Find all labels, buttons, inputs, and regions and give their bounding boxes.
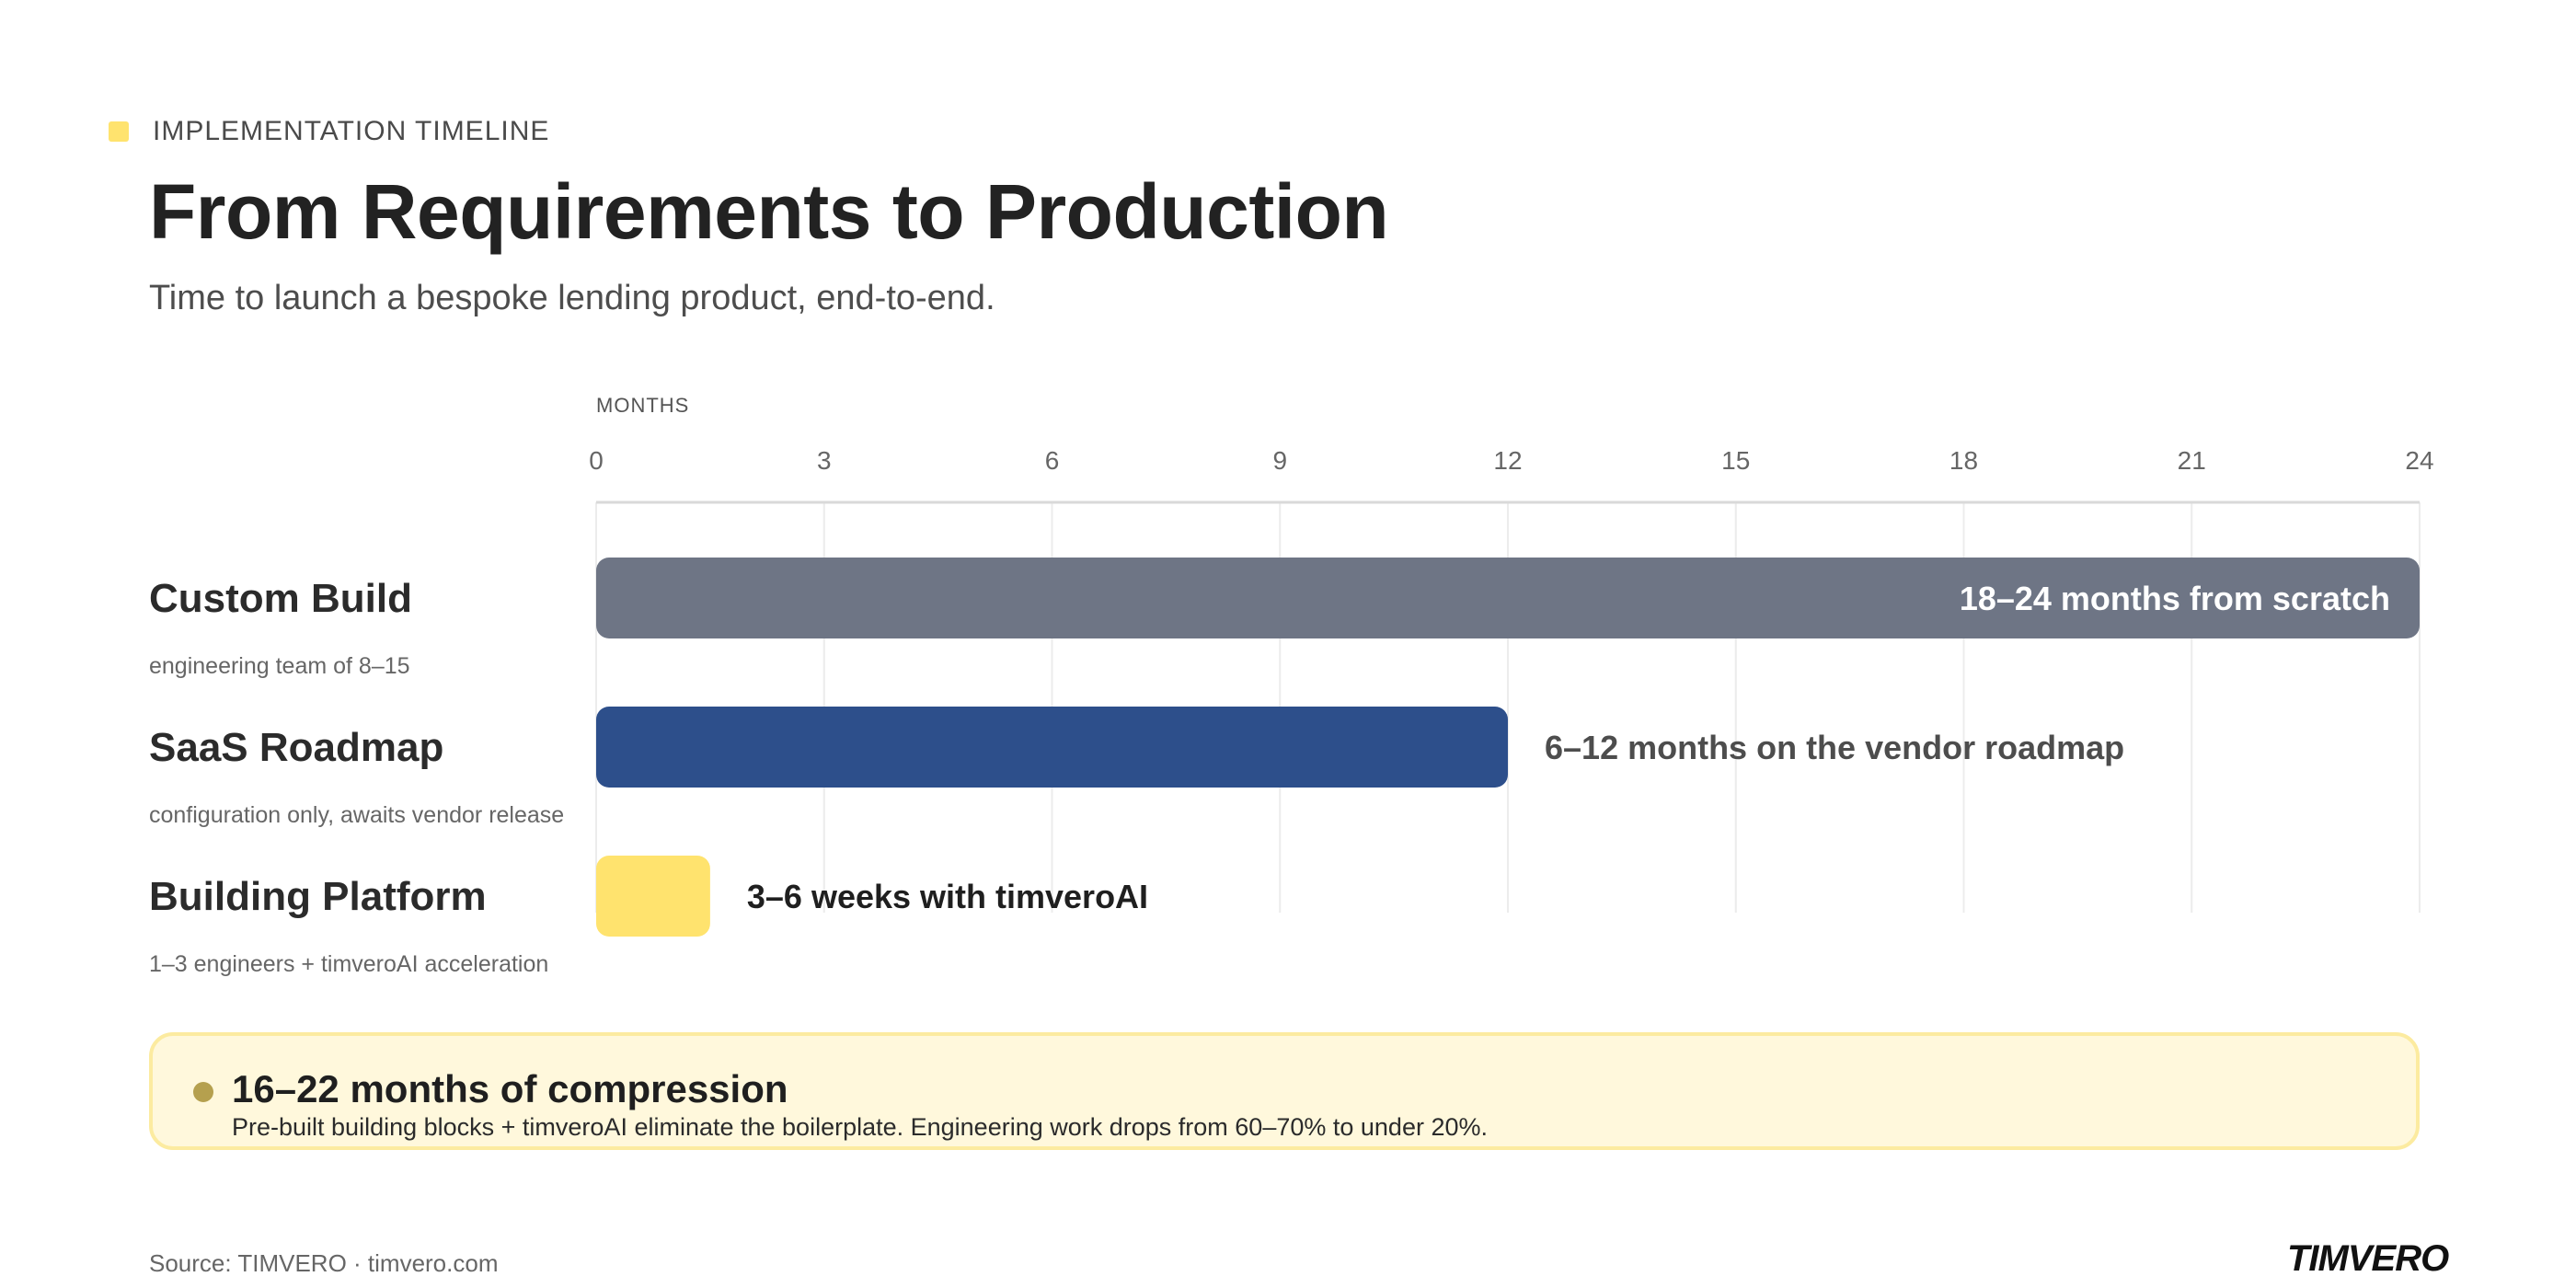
- x-tick-label: 9: [1272, 446, 1287, 475]
- row-label-saas-roadmap: SaaS Roadmap: [149, 725, 444, 770]
- bar-data-label: 18–24 months from scratch: [1960, 580, 2390, 617]
- x-tick-label: 12: [1493, 446, 1522, 475]
- x-tick-label: 18: [1949, 446, 1978, 475]
- x-tick-label: 3: [817, 446, 832, 475]
- x-tick-label: 0: [589, 446, 604, 475]
- bar-data-label: 6–12 months on the vendor roadmap: [1545, 729, 2124, 766]
- bar-building-platform: [596, 856, 710, 937]
- row-sublabel-saas-roadmap: configuration only, awaits vendor releas…: [149, 802, 565, 828]
- source-note: Source: TIMVERO · timvero.com: [149, 1249, 499, 1277]
- callout-dot-icon: [193, 1082, 213, 1102]
- compression-callout: 16–22 months of compression Pre-built bu…: [149, 1032, 2420, 1150]
- x-tick-label: 24: [2405, 446, 2433, 475]
- x-tick-label: 6: [1045, 446, 1060, 475]
- x-tick-label: 21: [2178, 446, 2206, 475]
- x-tick-label: 15: [1721, 446, 1750, 475]
- timeline-chart: 0 3 6 9 12 15 18 21 24 18–24 months from scratch 6…: [589, 446, 2434, 937]
- timvero-logo: TIMVERO: [2287, 1238, 2449, 1279]
- row-label-custom-build: Custom Build: [149, 576, 412, 621]
- row-sublabel-building-platform: 1–3 engineers + timveroAI acceleration: [149, 951, 549, 977]
- row-label-building-platform: Building Platform: [149, 874, 487, 919]
- callout-title: 16–22 months of compression: [232, 1067, 788, 1110]
- callout-body: Pre-built building blocks + timveroAI el…: [232, 1113, 1488, 1141]
- row-sublabel-custom-build: engineering team of 8–15: [149, 653, 410, 679]
- bar-saas-roadmap: [596, 707, 1508, 788]
- bar-data-label: 3–6 weeks with timveroAI: [747, 878, 1148, 915]
